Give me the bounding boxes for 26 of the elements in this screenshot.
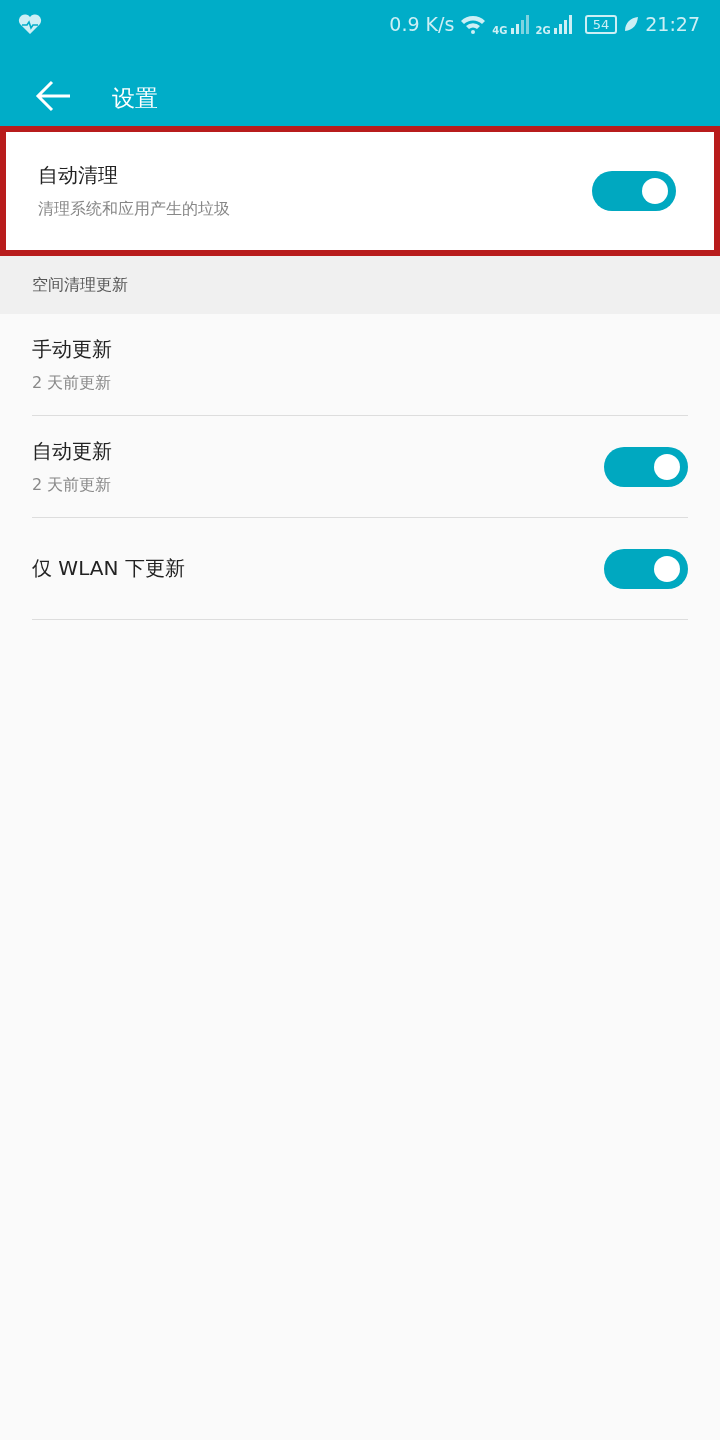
wifi-icon [460,14,487,34]
setting-subtitle: 2 天前更新 [32,474,112,496]
signal-icon [552,14,573,34]
settings-row[interactable]: 手动更新 2 天前更新 [32,314,688,416]
settings-row[interactable]: 自动更新 2 天前更新 [32,416,688,518]
battery-level: 54 [584,14,618,34]
page-title: 设置 [112,84,158,113]
network-speed: 0.9 K/s [389,13,455,35]
settings-row[interactable]: 仅 WLAN 下更新 [32,518,688,620]
setting-title: 手动更新 [32,335,112,363]
leaf-icon [623,16,640,32]
setting-title: 仅 WLAN 下更新 [32,555,185,582]
network-type-label: 2G [535,24,551,36]
settings-row[interactable]: 自动清理 清理系统和应用产生的垃圾 [0,126,720,256]
signal-icon [509,14,530,34]
toggle-switch[interactable] [604,446,688,487]
network-type-label: 4G [492,24,508,36]
clock: 21:27 [645,13,700,35]
setting-title: 自动清理 [38,162,119,189]
toggle-switch[interactable] [592,171,676,211]
setting-subtitle: 清理系统和应用产生的垃圾 [38,199,230,220]
heart-pulse-icon [18,13,42,35]
section-header: 空间清理更新 [32,274,128,296]
setting-title: 自动更新 [32,437,112,465]
toggle-switch[interactable] [604,548,688,589]
setting-subtitle: 2 天前更新 [32,372,112,394]
